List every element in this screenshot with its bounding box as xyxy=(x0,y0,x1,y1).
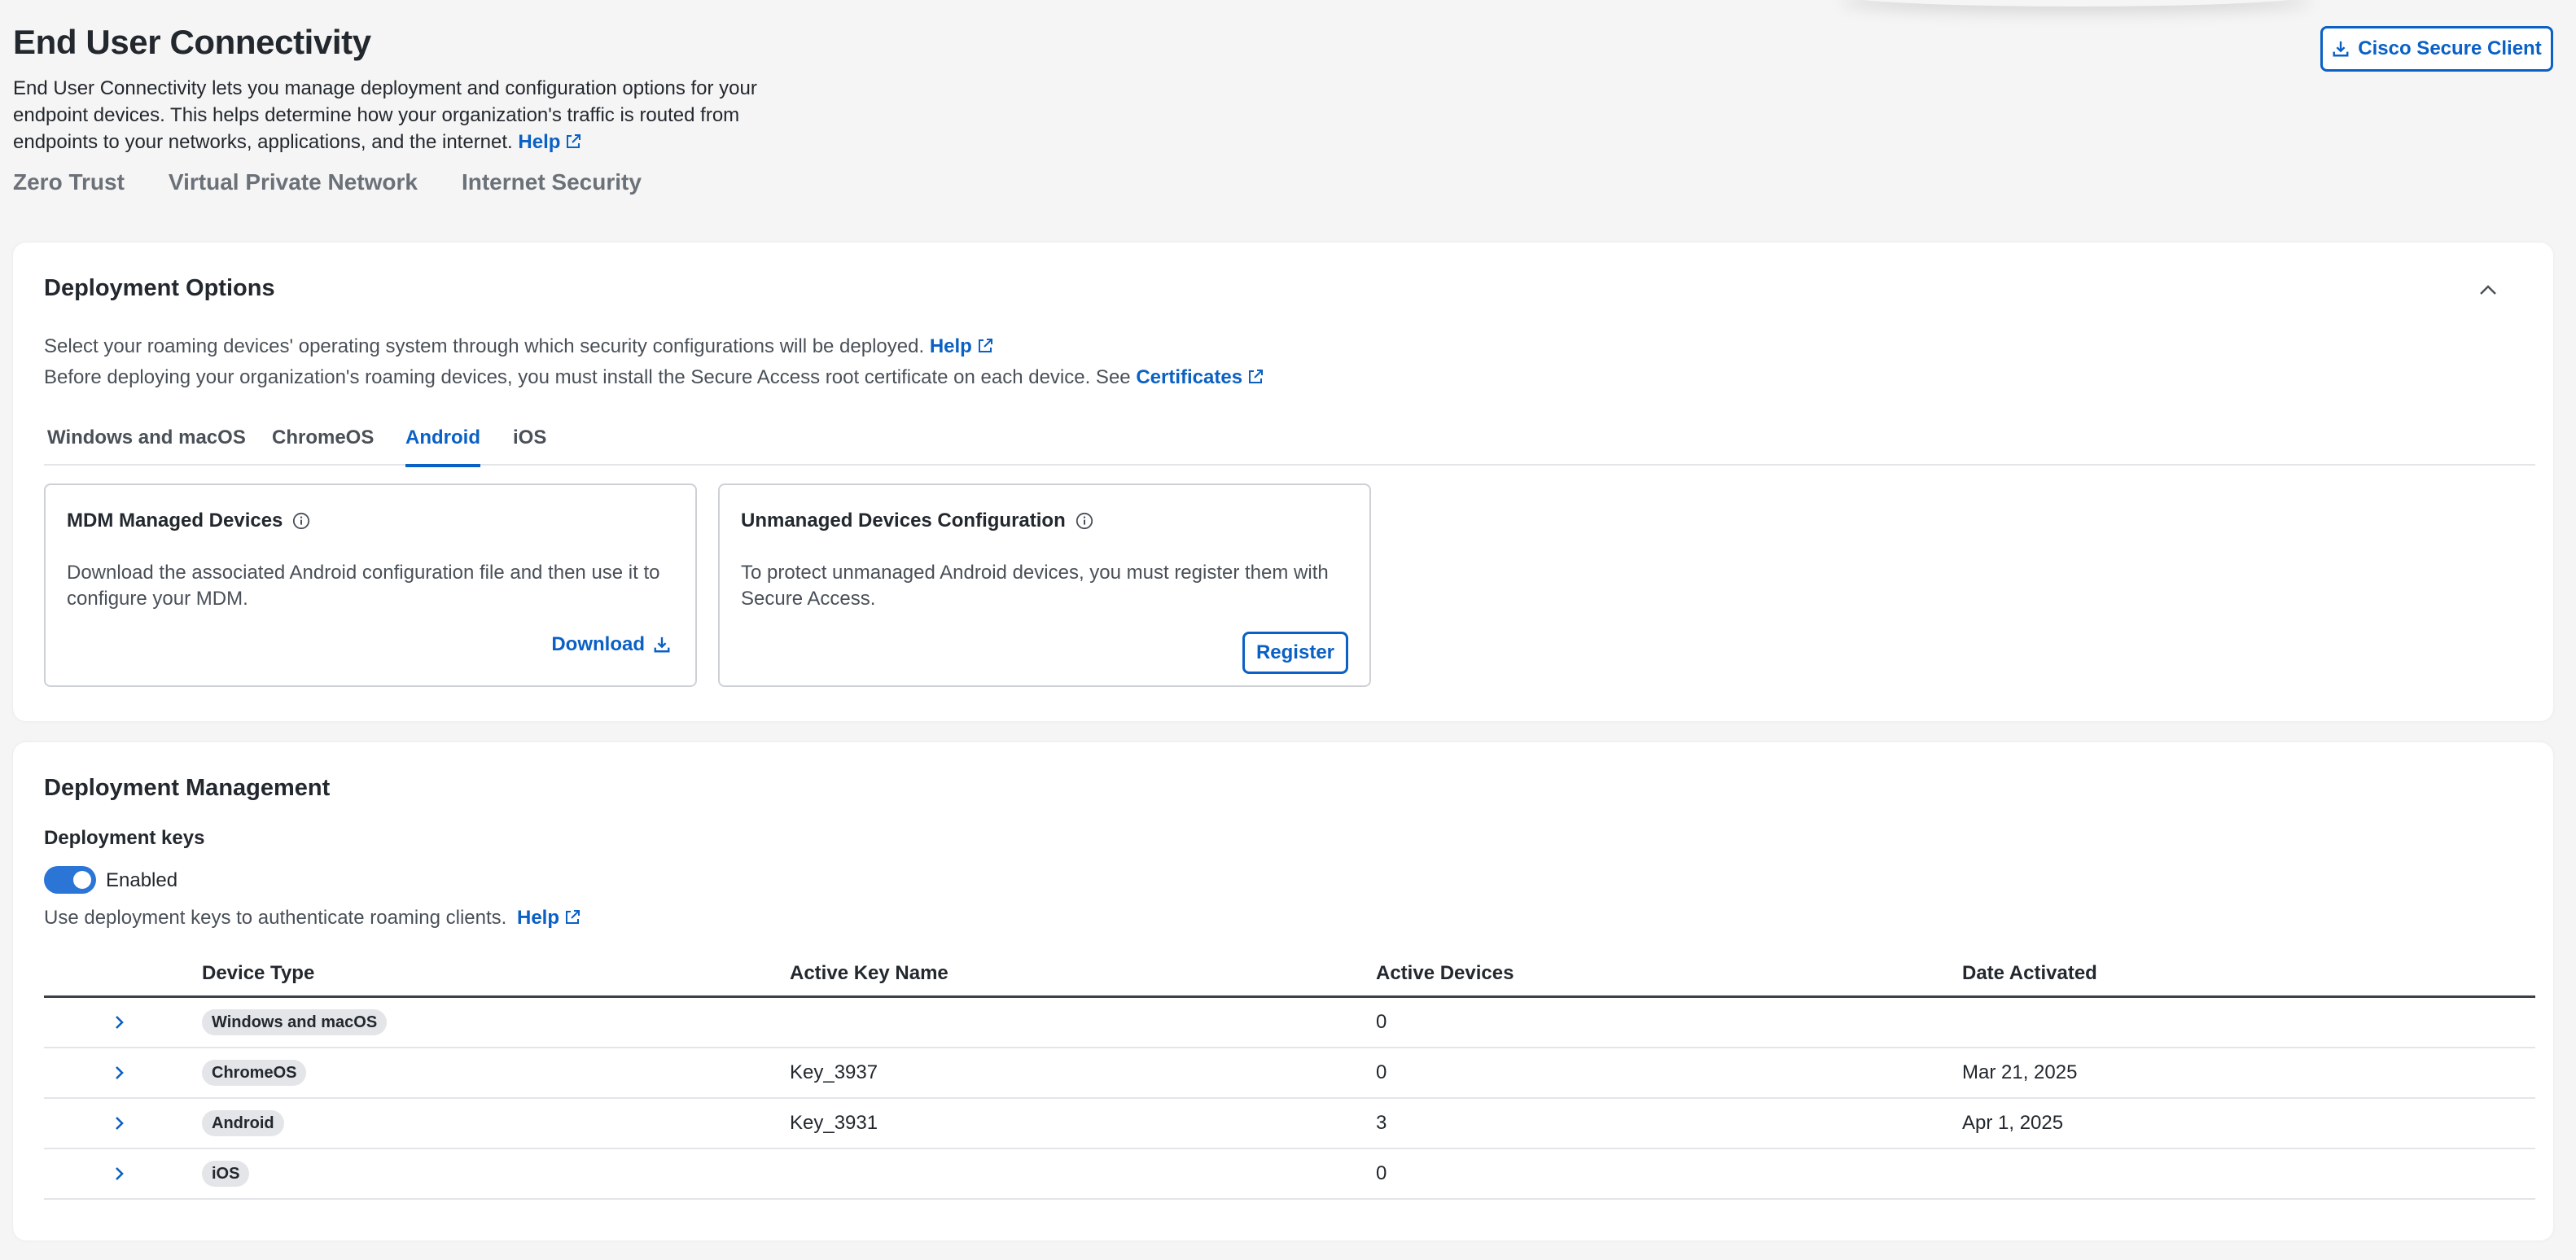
mdm-title: MDM Managed Devices xyxy=(67,510,310,532)
chevron-right-icon[interactable] xyxy=(109,1113,129,1133)
toggle-knob xyxy=(73,871,91,889)
external-link-icon xyxy=(1247,369,1264,385)
column-active-devices[interactable]: Active Devices xyxy=(1376,962,1514,985)
cisco-secure-client-label: Cisco Secure Client xyxy=(2358,37,2542,59)
device-type-badge: ChromeOS xyxy=(202,1060,307,1086)
date-activated: Apr 1, 2025 xyxy=(1962,1112,2064,1134)
active-devices: 0 xyxy=(1376,1162,1387,1184)
external-link-icon xyxy=(565,133,581,150)
os-tabs: Windows and macOS ChromeOS Android iOS xyxy=(44,427,2535,467)
deployment-keys-toggle[interactable] xyxy=(44,866,96,894)
deployment-options-card: Deployment Options Select your roaming d… xyxy=(13,243,2553,721)
device-type-badge: Android xyxy=(202,1110,284,1136)
tab-virtual-private-network[interactable]: Virtual Private Network xyxy=(169,169,418,195)
tab-windows-and-macos[interactable]: Windows and macOS xyxy=(47,427,246,466)
device-type-badge: iOS xyxy=(202,1161,250,1187)
page-title: End User Connectivity xyxy=(13,23,371,61)
tab-chromeos[interactable]: ChromeOS xyxy=(272,427,374,466)
tab-internet-security[interactable]: Internet Security xyxy=(462,169,642,195)
header-help-link[interactable]: Help xyxy=(518,131,581,153)
options-help-link[interactable]: Help xyxy=(930,335,993,357)
mdm-title-text: MDM Managed Devices xyxy=(67,510,283,532)
options-help-label: Help xyxy=(929,335,972,357)
deployment-options-title: Deployment Options xyxy=(44,275,275,301)
popover-shadow xyxy=(1840,0,2312,7)
external-link-icon xyxy=(977,338,993,354)
tab-zero-trust[interactable]: Zero Trust xyxy=(13,169,125,195)
top-tabs: Zero Trust Virtual Private Network Inter… xyxy=(13,169,642,195)
deployment-keys-table: Device Type Active Key Name Active Devic… xyxy=(44,952,2535,1200)
mdm-description: Download the associated Android configur… xyxy=(67,562,660,610)
certificate-text: Before deploying your organization's roa… xyxy=(44,366,1131,388)
table-row: Android Key_3931 3 Apr 1, 2025 xyxy=(44,1099,2535,1149)
external-link-icon xyxy=(564,909,580,925)
table-row: iOS 0 xyxy=(44,1149,2535,1200)
active-key-name: Key_3931 xyxy=(790,1112,878,1134)
info-icon[interactable] xyxy=(1076,512,1093,530)
download-button[interactable]: Download xyxy=(551,633,671,656)
unmanaged-title-text: Unmanaged Devices Configuration xyxy=(741,510,1066,532)
certificate-info: Before deploying your organization's roa… xyxy=(44,366,1264,389)
page-description: End User Connectivity lets you manage de… xyxy=(13,75,778,155)
deployment-keys-help: Use deployment keys to authenticate roam… xyxy=(44,907,580,930)
chevron-right-icon[interactable] xyxy=(109,1063,129,1083)
column-active-key-name[interactable]: Active Key Name xyxy=(790,962,948,985)
toggle-label: Enabled xyxy=(106,869,178,891)
download-label: Download xyxy=(551,633,645,655)
cisco-secure-client-button[interactable]: Cisco Secure Client xyxy=(2320,26,2553,72)
deployment-management-card: Deployment Management Deployment keys En… xyxy=(13,742,2553,1240)
unmanaged-title: Unmanaged Devices Configuration xyxy=(741,510,1093,532)
certificates-label: Certificates xyxy=(1136,366,1243,388)
tab-android[interactable]: Android xyxy=(405,427,480,467)
column-device-type[interactable]: Device Type xyxy=(202,962,314,985)
os-select-info: Select your roaming devices' operating s… xyxy=(44,335,993,358)
page-description-text: End User Connectivity lets you manage de… xyxy=(13,77,757,153)
download-icon xyxy=(653,636,671,654)
register-button[interactable]: Register xyxy=(1242,632,1348,674)
table-row: ChromeOS Key_3937 0 Mar 21, 2025 xyxy=(44,1048,2535,1099)
active-devices: 0 xyxy=(1376,1061,1387,1083)
active-key-name: Key_3937 xyxy=(790,1061,878,1083)
mdm-managed-devices-box: MDM Managed Devices Download the associa… xyxy=(44,483,697,687)
management-help-label: Help xyxy=(516,907,559,929)
chevron-up-icon[interactable] xyxy=(2477,278,2499,301)
os-select-text: Select your roaming devices' operating s… xyxy=(44,335,925,357)
device-type-badge: Windows and macOS xyxy=(202,1009,388,1035)
column-date-activated[interactable]: Date Activated xyxy=(1962,962,2097,985)
active-devices: 3 xyxy=(1376,1112,1387,1134)
chevron-right-icon[interactable] xyxy=(109,1164,129,1183)
info-icon[interactable] xyxy=(292,512,310,530)
unmanaged-description: To protect unmanaged Android devices, yo… xyxy=(741,562,1329,610)
deployment-keys-title: Deployment keys xyxy=(44,827,205,849)
download-icon xyxy=(2332,40,2350,58)
active-devices: 0 xyxy=(1376,1011,1387,1033)
table-row: Windows and macOS 0 xyxy=(44,998,2535,1048)
deployment-keys-help-text: Use deployment keys to authenticate roam… xyxy=(44,907,507,929)
deployment-management-title: Deployment Management xyxy=(44,775,331,801)
certificates-link[interactable]: Certificates xyxy=(1136,366,1264,388)
management-help-link[interactable]: Help xyxy=(517,907,580,929)
table-header: Device Type Active Key Name Active Devic… xyxy=(44,952,2535,998)
chevron-right-icon[interactable] xyxy=(109,1013,129,1032)
unmanaged-devices-box: Unmanaged Devices Configuration To prote… xyxy=(718,483,1371,687)
header-help-label: Help xyxy=(518,131,561,153)
tab-ios[interactable]: iOS xyxy=(513,427,546,466)
date-activated: Mar 21, 2025 xyxy=(1962,1061,2078,1083)
